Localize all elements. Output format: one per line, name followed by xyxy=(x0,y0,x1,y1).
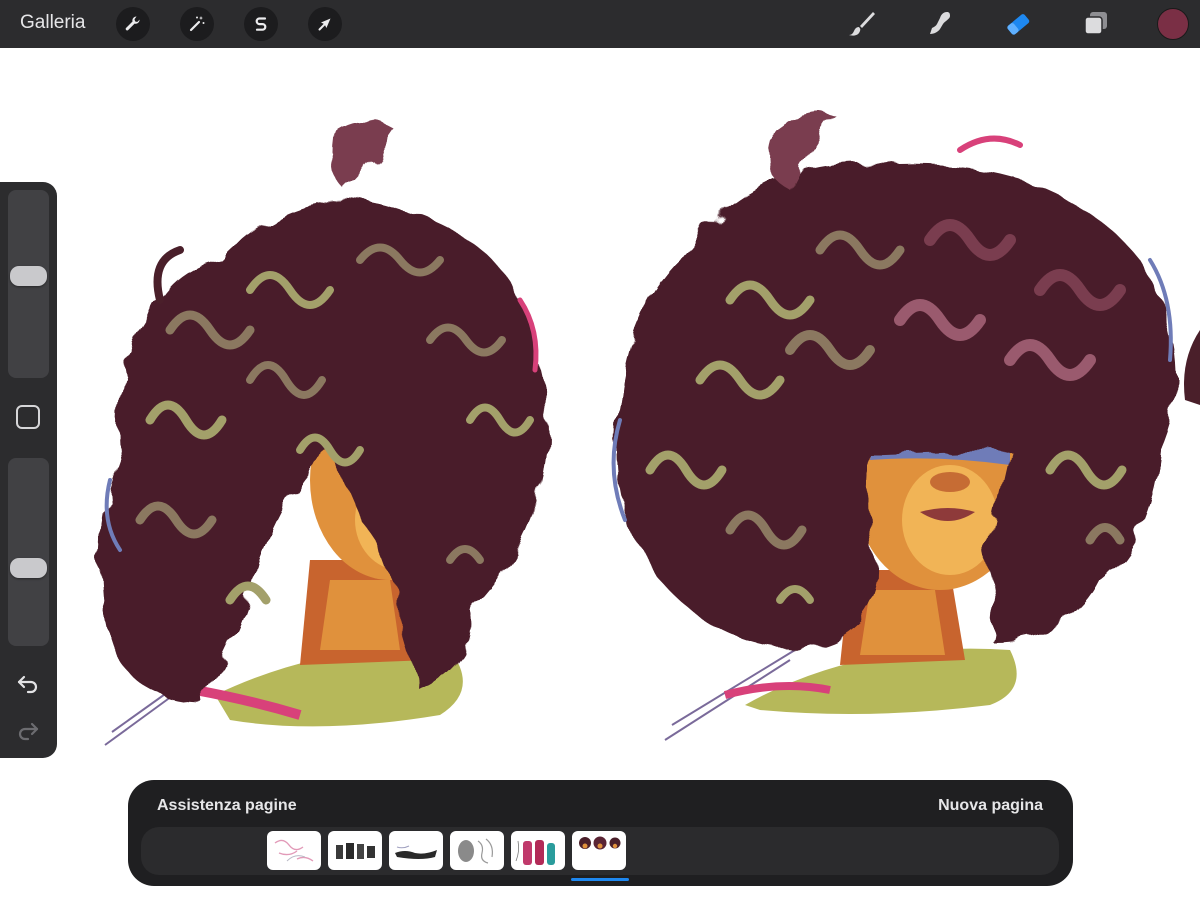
redo-icon xyxy=(18,722,39,741)
page-thumbnail-2[interactable] xyxy=(328,831,382,870)
layers-icon xyxy=(1084,12,1107,35)
right-head-drawing xyxy=(611,114,1200,741)
left-head-drawing xyxy=(100,121,548,746)
color-figures-thumbnail xyxy=(515,840,555,865)
selection-s-icon xyxy=(255,17,267,31)
undo-icon xyxy=(17,675,38,694)
dark-figure-thumbnail xyxy=(395,845,437,859)
eraser-icon xyxy=(1007,14,1030,35)
partial-head-edge xyxy=(1184,330,1200,405)
undo-button[interactable] xyxy=(14,669,42,697)
pages-strip[interactable] xyxy=(141,827,1059,875)
transform-button[interactable] xyxy=(308,7,342,41)
redo-button[interactable] xyxy=(14,716,42,744)
opacity-slider[interactable] xyxy=(8,458,49,646)
modify-button[interactable] xyxy=(16,405,40,429)
actions-button[interactable] xyxy=(116,7,150,41)
page-assist-panel: Assistenza pagine Nuova pagina xyxy=(128,780,1073,886)
page-thumbnail-6[interactable] xyxy=(572,831,626,870)
figures-thumbnail xyxy=(336,843,375,859)
smudge-tool-button[interactable] xyxy=(924,8,956,40)
page-assist-title: Assistenza pagine xyxy=(157,797,297,814)
brush-tool-button[interactable] xyxy=(846,8,878,40)
adjustments-button[interactable] xyxy=(180,7,214,41)
top-toolbar: Galleria xyxy=(0,0,1200,48)
heads-thumbnail xyxy=(579,836,621,850)
page-thumbnail-1[interactable] xyxy=(267,831,321,870)
gray-sketch-thumbnail xyxy=(458,838,493,864)
new-page-button[interactable]: Nuova pagina xyxy=(938,797,1043,815)
opacity-slider-thumb[interactable] xyxy=(10,558,47,578)
page-thumbnail-3[interactable] xyxy=(389,831,443,870)
layers-button[interactable] xyxy=(1080,8,1112,40)
page-thumbnail-5[interactable] xyxy=(511,831,565,870)
sketch-thumbnail xyxy=(274,839,314,862)
wrench-icon xyxy=(125,16,140,31)
smudge-icon xyxy=(930,12,950,34)
color-picker-button[interactable] xyxy=(1157,8,1189,40)
magic-wand-icon xyxy=(189,16,205,32)
brush-size-slider[interactable] xyxy=(8,190,49,378)
artwork-image xyxy=(100,114,1200,746)
drawing-canvas[interactable] xyxy=(0,48,1200,900)
brush-size-slider-thumb[interactable] xyxy=(10,266,47,286)
brush-icon xyxy=(849,12,875,36)
page-thumbnail-4[interactable] xyxy=(450,831,504,870)
active-page-indicator xyxy=(571,878,629,881)
gallery-button[interactable]: Galleria xyxy=(20,12,85,34)
left-sidebar xyxy=(0,182,57,758)
arrow-cursor-icon xyxy=(318,18,331,31)
selection-button[interactable] xyxy=(244,7,278,41)
eraser-tool-button[interactable] xyxy=(1002,8,1034,40)
